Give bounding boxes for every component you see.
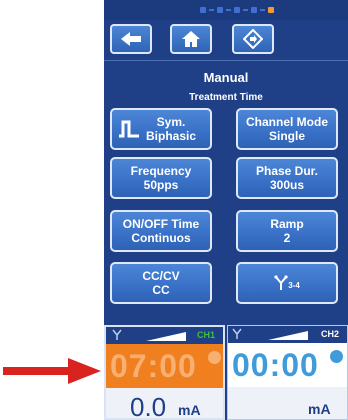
channel-1-current: 0.0 mA	[106, 388, 223, 420]
channels-3-4-label: 3-4	[288, 281, 300, 290]
frequency-label: Frequency	[130, 164, 192, 178]
channel-2-panel[interactable]: CH2 00:00 mA	[227, 325, 348, 420]
divider	[104, 60, 348, 61]
back-button[interactable]	[110, 24, 152, 54]
channel-2-current-unit: mA	[308, 401, 331, 417]
cc-cv-value: CC	[152, 283, 170, 297]
cc-cv-label: CC/CV	[142, 269, 180, 283]
clock-icon	[330, 350, 343, 363]
channel-2-label: CH2	[320, 329, 339, 339]
channel-mode-button[interactable]: Channel Mode Single	[236, 108, 338, 150]
ramp-value: 2	[283, 231, 291, 245]
channel-2-current: mA	[228, 387, 347, 419]
on-off-time-value: Continuos	[131, 231, 191, 245]
intensity-wedge-icon	[268, 331, 308, 340]
home-button[interactable]	[170, 24, 212, 54]
electrode-icon	[232, 328, 242, 339]
channel-1-header: CH1	[106, 327, 223, 344]
on-off-time-button[interactable]: ON/OFF Time Continuos	[110, 210, 212, 252]
waveform-line1: Sym.	[156, 115, 186, 129]
channel-2-header: CH2	[228, 326, 347, 343]
channel-1-timer: 07:00	[106, 344, 223, 388]
frequency-value: 50pps	[143, 178, 179, 192]
clock-icon	[208, 351, 221, 364]
channel-mode-label: Channel Mode	[245, 115, 328, 129]
intensity-wedge-icon	[146, 332, 186, 341]
on-off-time-label: ON/OFF Time	[122, 217, 200, 231]
channel-split-icon	[274, 275, 288, 290]
ramp-button[interactable]: Ramp 2	[236, 210, 338, 252]
page-indicator	[200, 7, 274, 13]
channel-2-timer: 00:00	[228, 343, 347, 387]
electrode-icon	[112, 329, 122, 340]
waveform-button[interactable]: Sym. Biphasic	[110, 108, 212, 150]
diamond-arrow-icon	[243, 29, 263, 49]
phase-duration-label: Phase Dur.	[255, 164, 319, 178]
ramp-label: Ramp	[270, 217, 304, 231]
frequency-button[interactable]: Frequency 50pps	[110, 157, 212, 199]
arrow-left-icon	[121, 32, 141, 46]
page-title: Manual	[203, 70, 249, 85]
channel-1-panel[interactable]: CH1 07:00 0.0 mA	[104, 325, 225, 420]
red-pointer-arrow-icon	[3, 358, 101, 384]
device-screen: Manual Treatment Time Sym. Biphasic Chan…	[104, 0, 348, 420]
channels-3-4-button[interactable]: 3-4	[236, 262, 338, 304]
channel-1-current-value: 0.0	[130, 392, 167, 420]
menu-button[interactable]	[232, 24, 274, 54]
status-strip	[104, 0, 348, 20]
phase-duration-value: 300us	[269, 178, 305, 192]
section-subtitle: Treatment Time	[189, 92, 263, 103]
channel-1-label: CH1	[196, 330, 215, 340]
channel-1-current-unit: mA	[178, 402, 201, 418]
channel-mode-value: Single	[268, 129, 305, 143]
phase-duration-button[interactable]: Phase Dur. 300us	[236, 157, 338, 199]
waveform-line2: Biphasic	[146, 129, 197, 143]
biphasic-wave-icon	[119, 120, 139, 138]
home-icon	[182, 31, 200, 47]
cc-cv-button[interactable]: CC/CV CC	[110, 262, 212, 304]
